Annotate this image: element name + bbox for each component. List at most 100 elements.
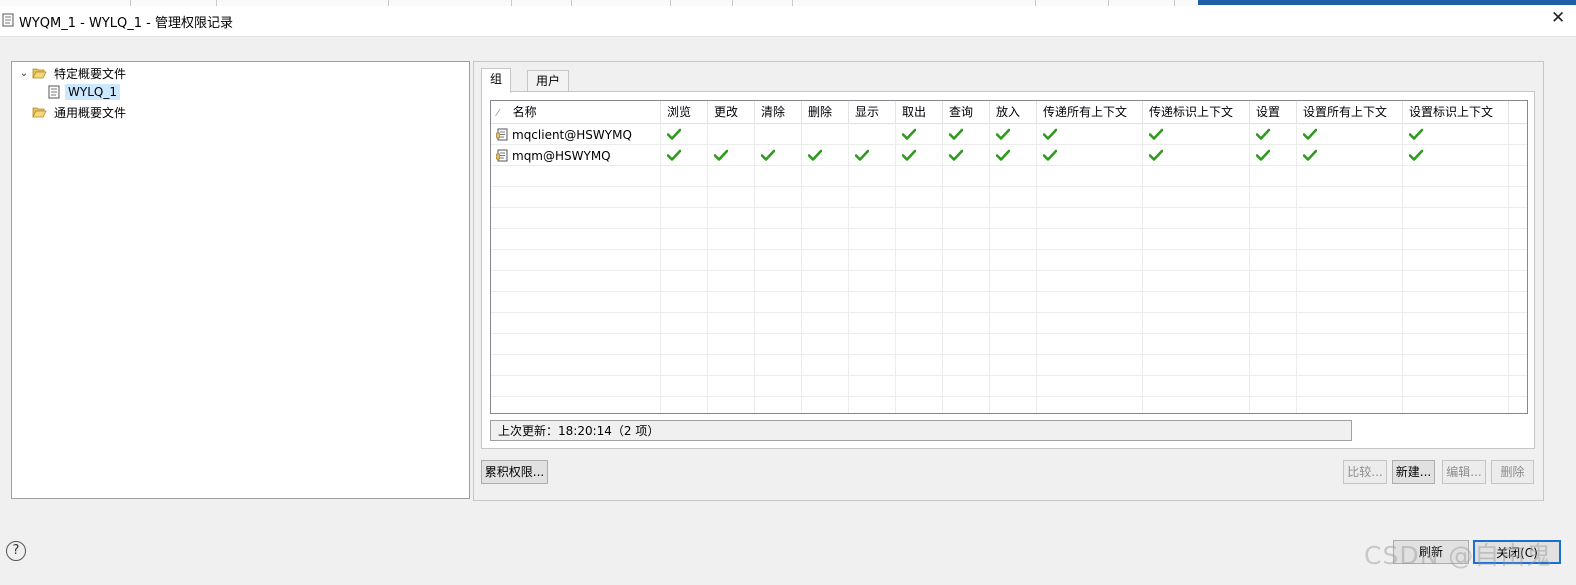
folder-icon [32,107,47,118]
column-header-label: 名称 [512,105,537,119]
help-icon[interactable]: ? [6,541,26,561]
authority-cell [990,146,1037,166]
authority-cell [849,125,896,145]
document-icon [48,85,60,99]
authority-cell [1143,125,1250,145]
authority-cell [755,146,802,166]
authority-cell [1297,146,1403,166]
authority-cell [896,125,943,145]
grid-line [1249,123,1250,413]
grid-line [491,333,1527,334]
column-header[interactable]: 更改 [708,101,755,123]
cumulative-authority-button[interactable]: 累积权限... [481,460,548,484]
status-bar: 上次更新：18:20:14（2 项） [490,420,1352,441]
watermark: CSDN @自由鬼 [1364,541,1553,570]
column-header[interactable]: 显示 [849,101,896,123]
column-header-label: 显示 [855,105,880,119]
grid-line [1142,123,1143,413]
sort-indicator-icon: ⁄ [497,108,499,119]
column-header[interactable]: 设置标识上下文 [1403,101,1509,123]
check-icon [1255,126,1271,140]
authority-cell [1403,125,1509,145]
authority-cell [1403,146,1509,166]
authority-cell [849,146,896,166]
authority-panel: 组 用户 ⁄ 名称 浏览 更改 清除 删除 显示 取出 查询 放入 传递所有上下文 传递标识上下文 设置… [473,61,1544,501]
column-header[interactable]: 设置 [1250,101,1297,123]
column-header[interactable]: 查询 [943,101,990,123]
close-icon[interactable]: ✕ [1551,8,1565,28]
grid-line [491,291,1527,292]
grid-line [491,354,1527,355]
authority-cell [1143,146,1250,166]
check-icon [1042,126,1058,140]
grid-line [491,270,1527,271]
table-row[interactable]: mqm@HSWYMQ [491,146,1527,166]
check-icon [995,147,1011,161]
chevron-down-icon[interactable]: ⌄ [18,68,30,79]
column-header[interactable]: 设置所有上下文 [1297,101,1403,123]
check-icon [1408,126,1424,140]
column-header[interactable]: 传递标识上下文 [1143,101,1250,123]
check-icon [1302,147,1318,161]
authority-cell [661,146,708,166]
new-button[interactable]: 新建... [1392,460,1435,484]
table-row[interactable]: mqclient@HSWYMQ [491,125,1527,145]
tree-item-specific-profiles[interactable]: ⌄ 特定概要文件 [18,64,129,82]
authority-cell [896,146,943,166]
tab-groups[interactable]: 组 [481,68,512,93]
authority-table[interactable]: ⁄ 名称 浏览 更改 清除 删除 显示 取出 查询 放入 传递所有上下文 传递标识上下文 设置 设置所有上… [490,100,1528,414]
grid-line [1508,123,1509,413]
authority-cell [802,146,849,166]
column-header[interactable]: 浏览 [661,101,708,123]
authority-cell [708,146,755,166]
tab-users[interactable]: 用户 [527,70,570,93]
authority-cell [990,125,1037,145]
column-header-label: 设置 [1256,105,1281,119]
grid-line [491,375,1527,376]
column-header-label: 放入 [996,105,1021,119]
column-header[interactable]: 放入 [990,101,1037,123]
grid-line [895,123,896,413]
tree-item-label: 特定概要文件 [54,66,127,81]
column-header[interactable]: 清除 [755,101,802,123]
column-header-label: 传递标识上下文 [1149,105,1234,119]
grid-line [1036,123,1037,413]
grid-line [801,123,802,413]
grid-line [1402,123,1403,413]
folder-open-icon [32,68,47,79]
document-icon [2,13,14,27]
compare-button[interactable]: 比较... [1343,460,1387,484]
tree-item-generic-profiles[interactable]: 通用概要文件 [30,103,129,121]
check-icon [666,126,682,140]
column-header[interactable]: ⁄ 名称 [491,101,661,123]
tree-item-label: WYLQ_1 [65,84,120,100]
column-header[interactable]: 删除 [802,101,849,123]
authority-cell [1037,125,1143,145]
column-header-label: 查询 [949,105,974,119]
check-icon [1148,126,1164,140]
authority-cell [1250,125,1297,145]
grid-line [848,123,849,413]
profile-tree[interactable]: ⌄ 特定概要文件 WYLQ_1 通用概要文件 [11,61,470,499]
column-header-label: 设置标识上下文 [1409,105,1494,119]
column-header[interactable]: 取出 [896,101,943,123]
check-icon [948,126,964,140]
delete-button[interactable]: 删除 [1491,460,1534,484]
authority-cell [1250,146,1297,166]
column-header-label: 删除 [808,105,833,119]
group-name: mqclient@HSWYMQ [512,128,632,142]
grid-line [491,228,1527,229]
check-icon [948,147,964,161]
column-header-label: 浏览 [667,105,692,119]
grid-line [989,123,990,413]
edit-button[interactable]: 编辑... [1442,460,1486,484]
grid-line [491,249,1527,250]
authority-cell [943,146,990,166]
tree-item-wylq-1[interactable]: WYLQ_1 [45,83,120,101]
grid-line [754,123,755,413]
column-header[interactable]: 传递所有上下文 [1037,101,1143,123]
check-icon [1408,147,1424,161]
title-bar[interactable]: WYQM_1 - WYLQ_1 - 管理权限记录 ✕ [0,6,1576,37]
check-icon [666,147,682,161]
authority-cell [943,125,990,145]
